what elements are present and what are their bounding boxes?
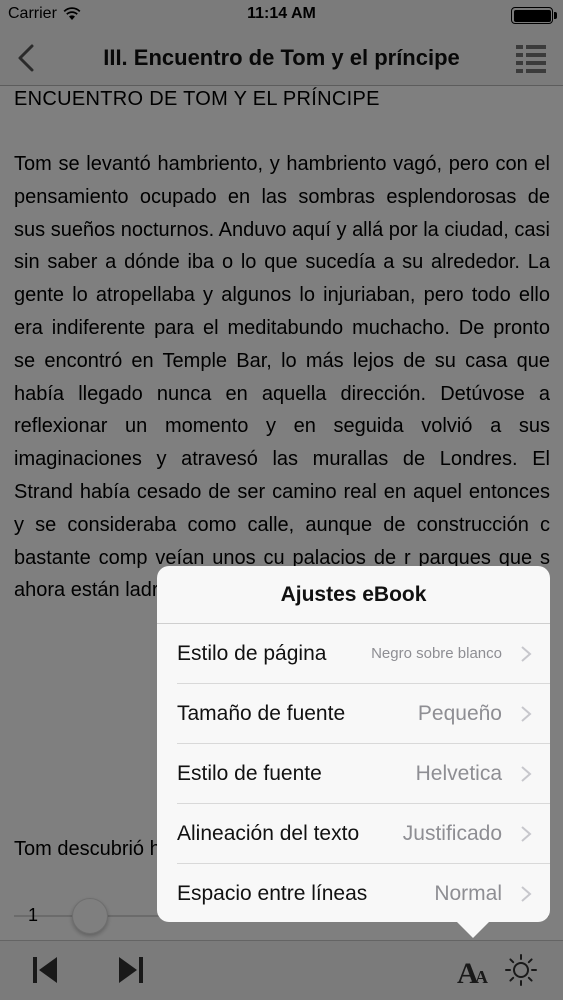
setting-row-text-alignment[interactable]: Alineación del texto Justificado [177,804,550,864]
setting-label: Alineación del texto [177,821,360,845]
setting-label: Espacio entre líneas [177,882,368,905]
setting-row-font-style[interactable]: Estilo de fuente Helvetica [177,744,550,804]
popover-arrow [455,920,491,938]
chevron-right-icon [521,886,532,902]
popover-title: Ajustes eBook [157,566,550,624]
setting-label: Estilo de fuente [177,761,322,785]
setting-row-page-style[interactable]: Estilo de página Negro sobre blanco [177,624,550,684]
setting-value: Normal [434,882,502,905]
setting-value: Justificado [402,821,502,845]
setting-row-line-spacing[interactable]: Espacio entre líneas Normal [177,864,550,922]
ebook-settings-popover: Ajustes eBook Estilo de página Negro sob… [157,566,550,922]
chevron-right-icon [521,766,532,782]
chevron-right-icon [521,646,532,662]
setting-value: Pequeño [417,701,502,725]
setting-row-font-size[interactable]: Tamaño de fuente Pequeño [177,684,550,744]
chevron-right-icon [521,706,532,722]
chevron-right-icon [521,826,532,842]
setting-label: Estilo de página [177,641,327,665]
setting-value: Helvetica [415,761,502,785]
setting-value: Negro sobre blanco [371,645,502,662]
setting-label: Tamaño de fuente [177,701,346,725]
